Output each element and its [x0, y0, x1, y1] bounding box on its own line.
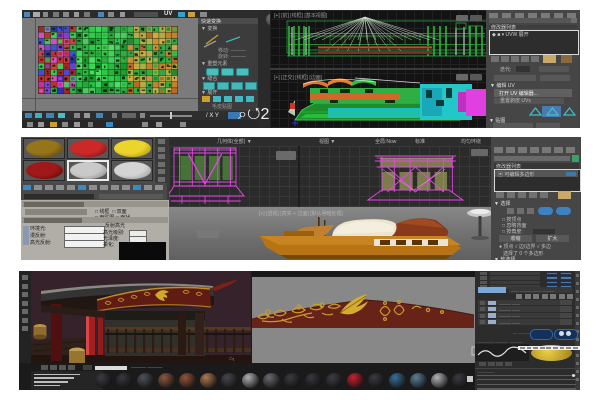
- svg-text:[+] [透视] [真实 + 边面] [默认明暗处理]: [+] [透视] [真实 + 边面] [默认明暗处理]: [259, 210, 344, 217]
- svg-text:[+] [正交] [线框] [边面]: [+] [正交] [线框] [边面]: [274, 74, 323, 81]
- svg-text:⌂₁: ⌂₁: [229, 356, 235, 362]
- svg-text:[+] [前] [线框] [基本视图]: [+] [前] [线框] [基本视图]: [274, 12, 328, 19]
